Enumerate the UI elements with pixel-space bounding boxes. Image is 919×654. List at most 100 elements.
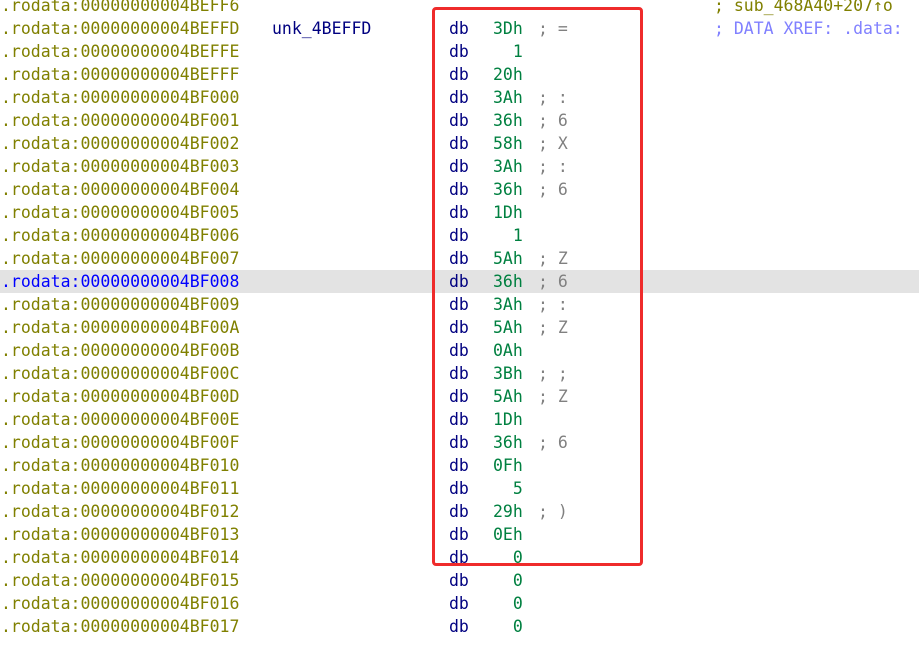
row-mnemonic[interactable]: db: [449, 569, 469, 592]
row-mnemonic[interactable]: db: [449, 293, 469, 316]
row-address[interactable]: .rodata:00000000004BF00B: [1, 339, 239, 362]
row-mnemonic[interactable]: db: [449, 615, 469, 638]
row-address[interactable]: .rodata:00000000004BEFFF: [1, 63, 239, 86]
row-address[interactable]: .rodata:00000000004BF015: [1, 569, 239, 592]
row-mnemonic[interactable]: db: [449, 500, 469, 523]
listing-row[interactable]: .rodata:00000000004BF007 db 5Ah ; Z: [0, 247, 919, 270]
row-operand[interactable]: 36h: [493, 109, 523, 132]
listing-row[interactable]: .rodata:00000000004BF00C db 3Bh ; ;: [0, 362, 919, 385]
row-mnemonic[interactable]: db: [449, 247, 469, 270]
row-operand[interactable]: 0: [493, 592, 523, 615]
row-address[interactable]: .rodata:00000000004BEFFD: [1, 17, 239, 40]
row-mnemonic[interactable]: db: [449, 316, 469, 339]
listing-row[interactable]: .rodata:00000000004BF00E db 1Dh: [0, 408, 919, 431]
row-address[interactable]: .rodata:00000000004BF014: [1, 546, 239, 569]
row-mnemonic[interactable]: db: [449, 592, 469, 615]
row-mnemonic[interactable]: db: [449, 339, 469, 362]
row-address[interactable]: .rodata:00000000004BF001: [1, 109, 239, 132]
row-mnemonic[interactable]: db: [449, 362, 469, 385]
row-address[interactable]: .rodata:00000000004BF013: [1, 523, 239, 546]
row-address[interactable]: .rodata:00000000004BEFFE: [1, 40, 239, 63]
listing-row[interactable]: .rodata:00000000004BF005 db 1Dh: [0, 201, 919, 224]
row-mnemonic[interactable]: db: [449, 86, 469, 109]
row-operand[interactable]: 3Ah: [493, 293, 523, 316]
row-mnemonic[interactable]: db: [449, 546, 469, 569]
row-address[interactable]: .rodata:00000000004BF00F: [1, 431, 239, 454]
row-label[interactable]: unk_4BEFFD: [272, 17, 371, 40]
row-operand[interactable]: 1: [493, 40, 523, 63]
row-mnemonic[interactable]: db: [449, 132, 469, 155]
row-operand[interactable]: 1Dh: [493, 408, 523, 431]
row-mnemonic[interactable]: db: [449, 155, 469, 178]
listing-row[interactable]: .rodata:00000000004BEFF6 ; sub_468A40+207…: [0, 0, 919, 17]
listing-row[interactable]: .rodata:00000000004BF004 db 36h ; 6: [0, 178, 919, 201]
row-mnemonic[interactable]: db: [449, 270, 469, 293]
row-mnemonic[interactable]: db: [449, 224, 469, 247]
row-mnemonic[interactable]: db: [449, 408, 469, 431]
row-operand[interactable]: 0: [493, 569, 523, 592]
row-operand[interactable]: 5: [493, 477, 523, 500]
row-address[interactable]: .rodata:00000000004BF004: [1, 178, 239, 201]
listing-row[interactable]: .rodata:00000000004BF016 db 0: [0, 592, 919, 615]
row-address[interactable]: .rodata:00000000004BEFF6: [1, 0, 239, 17]
row-operand[interactable]: 36h: [493, 270, 523, 293]
row-mnemonic[interactable]: db: [449, 178, 469, 201]
row-operand[interactable]: 5Ah: [493, 316, 523, 339]
row-operand[interactable]: 5Ah: [493, 385, 523, 408]
listing-row[interactable]: .rodata:00000000004BF013 db 0Eh: [0, 523, 919, 546]
row-operand[interactable]: 1Dh: [493, 201, 523, 224]
row-operand[interactable]: 3Dh: [493, 17, 523, 40]
listing-row[interactable]: .rodata:00000000004BEFFD unk_4BEFFD db 3Dh;…: [0, 17, 919, 40]
row-address[interactable]: .rodata:00000000004BF00E: [1, 408, 239, 431]
listing-row[interactable]: .rodata:00000000004BF001 db 36h ; 6: [0, 109, 919, 132]
row-operand[interactable]: 36h: [493, 431, 523, 454]
row-operand[interactable]: 36h: [493, 178, 523, 201]
row-address[interactable]: .rodata:00000000004BF002: [1, 132, 239, 155]
row-operand[interactable]: 58h: [493, 132, 523, 155]
row-mnemonic[interactable]: db: [449, 17, 469, 40]
listing-row[interactable]: .rodata:00000000004BF012 db 29h ; ): [0, 500, 919, 523]
row-mnemonic[interactable]: db: [449, 40, 469, 63]
row-xref-comment[interactable]: ; sub_468A40+207↑o: [714, 0, 893, 17]
row-mnemonic[interactable]: db: [449, 431, 469, 454]
row-operand[interactable]: 0Ah: [493, 339, 523, 362]
row-address[interactable]: .rodata:00000000004BF008: [1, 270, 239, 293]
row-mnemonic[interactable]: db: [449, 63, 469, 86]
row-address[interactable]: .rodata:00000000004BF00C: [1, 362, 239, 385]
row-address[interactable]: .rodata:00000000004BF016: [1, 592, 239, 615]
row-address[interactable]: .rodata:00000000004BF007: [1, 247, 239, 270]
row-operand[interactable]: 0Eh: [493, 523, 523, 546]
row-operand[interactable]: 0: [493, 546, 523, 569]
disassembly-listing[interactable]: .rodata:00000000004BEFF6 ; sub_468A40+207…: [0, 0, 919, 638]
row-address[interactable]: .rodata:00000000004BF012: [1, 500, 239, 523]
listing-row[interactable]: .rodata:00000000004BF00D db 5Ah ; Z: [0, 385, 919, 408]
listing-row[interactable]: .rodata:00000000004BF010 db 0Fh: [0, 454, 919, 477]
row-xref-comment[interactable]: ; DATA XREF: .data:: [714, 17, 903, 40]
listing-row[interactable]: .rodata:00000000004BEFFF db 20h: [0, 63, 919, 86]
row-mnemonic[interactable]: db: [449, 109, 469, 132]
listing-row[interactable]: .rodata:00000000004BF00B db 0Ah: [0, 339, 919, 362]
row-mnemonic[interactable]: db: [449, 201, 469, 224]
row-operand[interactable]: 0: [493, 615, 523, 638]
row-operand[interactable]: 29h: [493, 500, 523, 523]
row-address[interactable]: .rodata:00000000004BF006: [1, 224, 239, 247]
row-operand[interactable]: 3Bh: [493, 362, 523, 385]
row-operand[interactable]: 1: [493, 224, 523, 247]
listing-row[interactable]: .rodata:00000000004BF011 db 5: [0, 477, 919, 500]
listing-row[interactable]: .rodata:00000000004BF00F db 36h ; 6: [0, 431, 919, 454]
row-operand[interactable]: 5Ah: [493, 247, 523, 270]
row-mnemonic[interactable]: db: [449, 454, 469, 477]
listing-row[interactable]: .rodata:00000000004BF015 db 0: [0, 569, 919, 592]
row-mnemonic[interactable]: db: [449, 523, 469, 546]
row-mnemonic[interactable]: db: [449, 477, 469, 500]
listing-row[interactable]: .rodata:00000000004BF00A db 5Ah ; Z: [0, 316, 919, 339]
listing-row[interactable]: .rodata:00000000004BF003 db 3Ah ; :: [0, 155, 919, 178]
row-address[interactable]: .rodata:00000000004BF003: [1, 155, 239, 178]
row-address[interactable]: .rodata:00000000004BF00A: [1, 316, 239, 339]
row-mnemonic[interactable]: db: [449, 385, 469, 408]
row-operand[interactable]: 0Fh: [493, 454, 523, 477]
row-operand[interactable]: 20h: [493, 63, 523, 86]
listing-row[interactable]: .rodata:00000000004BF002 db 58h ; X: [0, 132, 919, 155]
row-operand[interactable]: 3Ah: [493, 155, 523, 178]
row-address[interactable]: .rodata:00000000004BF017: [1, 615, 239, 638]
